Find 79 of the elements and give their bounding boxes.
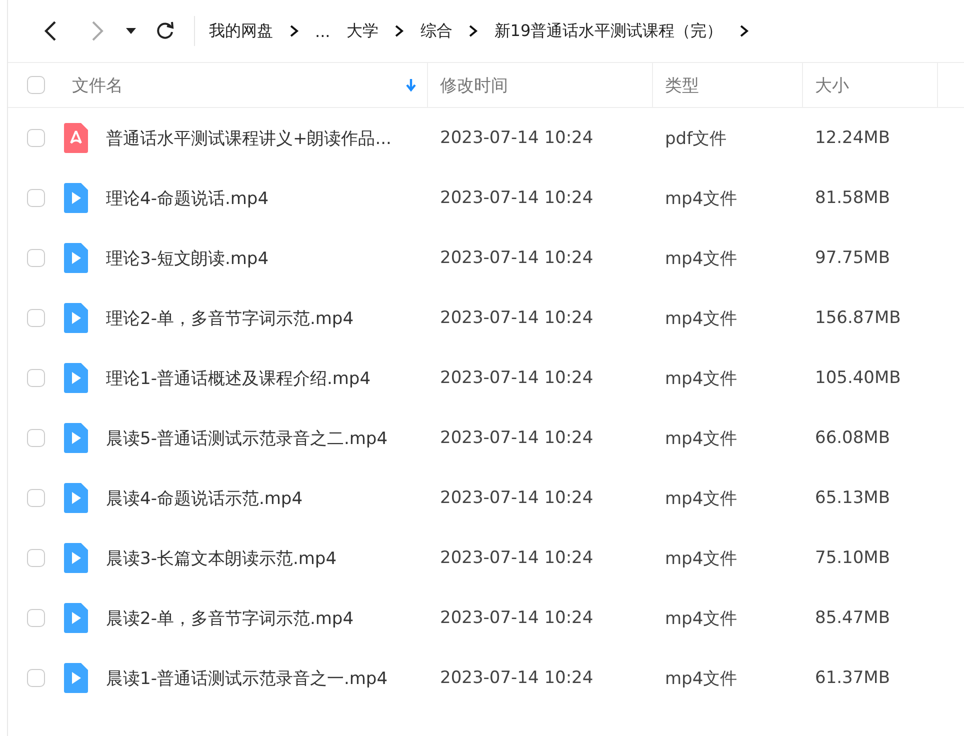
modified-time: 2023-07-14 10:24 bbox=[440, 488, 594, 508]
row-checkbox[interactable] bbox=[27, 369, 45, 387]
file-name[interactable]: 晨读2-单，多音节字词示范.mp4 bbox=[106, 606, 354, 630]
row-checkbox[interactable] bbox=[27, 249, 45, 267]
file-size: 75.10MB bbox=[815, 548, 890, 568]
modified-time: 2023-07-14 10:24 bbox=[440, 368, 594, 388]
modified-time: 2023-07-14 10:24 bbox=[440, 608, 594, 628]
file-name[interactable]: 理论2-单，多音节字词示范.mp4 bbox=[106, 306, 354, 330]
caret-icon bbox=[126, 27, 136, 35]
video-file-icon bbox=[64, 303, 88, 333]
modified-time: 2023-07-14 10:24 bbox=[440, 428, 594, 448]
row-checkbox[interactable] bbox=[27, 129, 45, 147]
select-all-checkbox[interactable] bbox=[27, 76, 45, 94]
file-name[interactable]: 普通话水平测试课程讲义+朗读作品... bbox=[106, 126, 392, 150]
chevron-icon bbox=[738, 24, 749, 38]
file-name[interactable]: 理论4-命题说话.mp4 bbox=[106, 186, 269, 210]
file-name[interactable]: 晨读3-长篇文本朗读示范.mp4 bbox=[106, 546, 337, 570]
file-type: mp4文件 bbox=[665, 488, 738, 510]
file-name[interactable]: 晨读4-命题说话示范.mp4 bbox=[106, 486, 303, 510]
modified-time: 2023-07-14 10:24 bbox=[440, 668, 594, 688]
file-type: mp4文件 bbox=[665, 548, 738, 570]
back-icon bbox=[43, 20, 59, 42]
row-checkbox[interactable] bbox=[27, 549, 45, 567]
video-file-icon bbox=[64, 543, 88, 573]
file-size: 156.87MB bbox=[815, 308, 901, 328]
video-file-icon bbox=[64, 363, 88, 393]
modified-time: 2023-07-14 10:24 bbox=[440, 308, 594, 328]
modified-time: 2023-07-14 10:24 bbox=[440, 548, 594, 568]
file-type: mp4文件 bbox=[665, 248, 738, 270]
file-type: mp4文件 bbox=[665, 428, 738, 450]
breadcrumb-item[interactable]: 大学 bbox=[346, 20, 378, 42]
file-size: 65.13MB bbox=[815, 488, 890, 508]
row-checkbox[interactable] bbox=[27, 189, 45, 207]
breadcrumb-ellipsis[interactable]: ... bbox=[315, 22, 330, 40]
file-type: mp4文件 bbox=[665, 608, 738, 630]
chevron-icon bbox=[468, 24, 478, 38]
column-header[interactable]: 文件名 bbox=[64, 63, 428, 107]
row-checkbox[interactable] bbox=[27, 489, 45, 507]
chevron-icon bbox=[289, 24, 299, 38]
column-header[interactable]: 大小 bbox=[803, 63, 938, 107]
pdf-file-icon bbox=[64, 123, 88, 153]
breadcrumb-item[interactable]: 综合 bbox=[420, 20, 452, 42]
video-file-icon bbox=[64, 423, 88, 453]
file-name[interactable]: 理论1-普通话概述及课程介绍.mp4 bbox=[106, 366, 371, 390]
file-name[interactable]: 晨读5-普通话测试示范录音之二.mp4 bbox=[106, 426, 388, 450]
file-size: 81.58MB bbox=[815, 188, 890, 208]
video-file-icon bbox=[64, 183, 88, 213]
modified-time: 2023-07-14 10:24 bbox=[440, 248, 594, 268]
row-checkbox[interactable] bbox=[27, 669, 45, 687]
file-type: pdf文件 bbox=[665, 128, 727, 150]
column-title: 文件名 bbox=[72, 74, 123, 96]
video-file-icon bbox=[64, 483, 88, 513]
file-name[interactable]: 理论3-短文朗读.mp4 bbox=[106, 246, 269, 270]
chevron-icon bbox=[394, 24, 404, 38]
breadcrumb-item[interactable]: 新19普通话水平测试课程（完） bbox=[494, 20, 723, 42]
row-checkbox[interactable] bbox=[27, 309, 45, 327]
row-checkbox[interactable] bbox=[27, 609, 45, 627]
refresh-icon bbox=[155, 21, 175, 41]
file-type: mp4文件 bbox=[665, 368, 738, 390]
video-file-icon bbox=[64, 243, 88, 273]
row-checkbox[interactable] bbox=[27, 429, 45, 447]
video-file-icon bbox=[64, 663, 88, 693]
modified-time: 2023-07-14 10:24 bbox=[440, 188, 594, 208]
column-header[interactable]: 修改时间 bbox=[428, 63, 653, 107]
file-size: 61.37MB bbox=[815, 668, 890, 688]
file-type: mp4文件 bbox=[665, 308, 738, 330]
file-size: 105.40MB bbox=[815, 368, 901, 388]
file-size: 12.24MB bbox=[815, 128, 890, 148]
file-size: 66.08MB bbox=[815, 428, 890, 448]
file-size: 97.75MB bbox=[815, 248, 890, 268]
file-size: 85.47MB bbox=[815, 608, 890, 628]
breadcrumb-item[interactable]: 我的网盘 bbox=[209, 20, 273, 42]
file-name[interactable]: 晨读1-普通话测试示范录音之一.mp4 bbox=[106, 666, 388, 690]
file-type: mp4文件 bbox=[665, 668, 738, 690]
sort-down-icon bbox=[405, 78, 417, 92]
modified-time: 2023-07-14 10:24 bbox=[440, 128, 594, 148]
column-header[interactable]: 类型 bbox=[653, 63, 803, 107]
file-type: mp4文件 bbox=[665, 188, 738, 210]
video-file-icon bbox=[64, 603, 88, 633]
